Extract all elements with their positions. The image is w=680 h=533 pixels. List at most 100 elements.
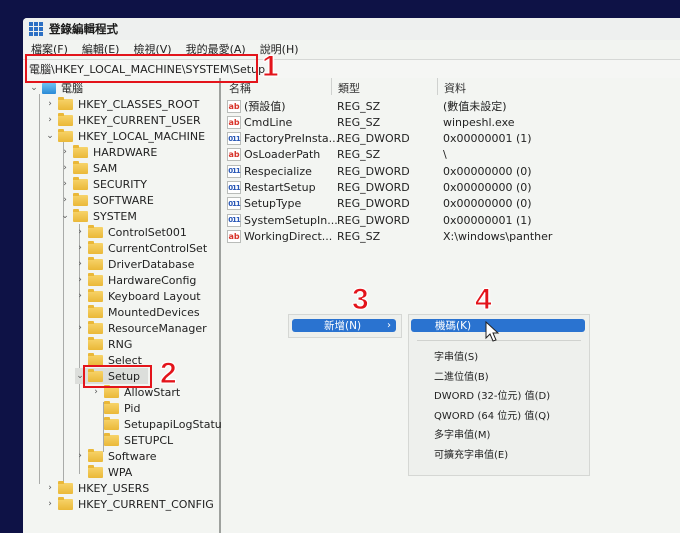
- tree-node-hkcc[interactable]: › HKEY_CURRENT_CONFIG: [45, 496, 214, 512]
- chevron-right-icon[interactable]: ›: [60, 147, 70, 157]
- tree-node-security[interactable]: › SECURITY: [60, 176, 147, 192]
- value-row[interactable]: 011 RestartSetup REG_DWORD 0x00000000 (0): [227, 180, 532, 196]
- value-row[interactable]: 011 SetupType REG_DWORD 0x00000000 (0): [227, 196, 532, 212]
- tree-node-setupapilogstatus[interactable]: SetupapiLogStatus: [91, 416, 228, 432]
- chevron-right-icon[interactable]: ›: [75, 451, 85, 461]
- menu-item-qword-value[interactable]: QWORD (64 位元) 值(Q): [434, 407, 550, 422]
- chevron-right-icon[interactable]: ›: [60, 179, 70, 189]
- tree-node-rng[interactable]: RNG: [75, 336, 132, 352]
- chevron-right-icon[interactable]: ›: [75, 275, 85, 285]
- chevron-down-icon[interactable]: ⌄: [60, 211, 70, 221]
- folder-icon: [104, 400, 119, 414]
- value-name: RestartSetup: [244, 181, 316, 194]
- column-divider[interactable]: [331, 78, 332, 95]
- tree-node-keyboard-layout[interactable]: › Keyboard Layout: [75, 288, 201, 304]
- value-type: REG_SZ: [337, 229, 381, 243]
- tree-label: SetupapiLogStatus: [124, 417, 228, 431]
- tree-node-setupcl[interactable]: SETUPCL: [91, 432, 173, 448]
- annotation-number: 1: [262, 50, 280, 83]
- chevron-right-icon[interactable]: ›: [75, 323, 85, 333]
- tree-node-hklm[interactable]: ⌄ HKEY_LOCAL_MACHINE: [45, 128, 205, 144]
- tree-label: HKEY_LOCAL_MACHINE: [78, 129, 206, 143]
- tree-node-system[interactable]: ⌄ SYSTEM: [60, 208, 137, 224]
- tree-label: HKEY_CURRENT_USER: [78, 113, 201, 127]
- folder-icon: [58, 496, 73, 510]
- value-name: (預設值): [244, 100, 286, 113]
- folder-icon: [88, 448, 103, 462]
- folder-icon: [73, 144, 88, 158]
- chevron-down-icon[interactable]: ⌄: [45, 131, 55, 141]
- tree-node-hku[interactable]: › HKEY_USERS: [45, 480, 149, 496]
- menu-item-binary-value[interactable]: 二進位值(B): [434, 368, 489, 383]
- value-type: REG_SZ: [337, 115, 381, 129]
- key-tree: ⌄ 電腦 › HKEY_CLASSES_ROOT › HKEY_CURRENT_…: [23, 78, 228, 533]
- list-header: 名稱 類型 資料: [221, 78, 680, 95]
- regedit-window: 登錄編輯程式 檔案(F) 編輯(E) 檢視(V) 我的最愛(A) 說明(H) 電…: [23, 18, 680, 533]
- tree-node-hardwareconfig[interactable]: › HardwareConfig: [75, 272, 196, 288]
- menu-item-new[interactable]: 新增(N) ›: [292, 319, 396, 332]
- chevron-right-icon[interactable]: ›: [75, 243, 85, 253]
- folder-icon: [73, 192, 88, 206]
- window-title: 登錄編輯程式: [49, 22, 118, 36]
- chevron-right-icon[interactable]: ›: [45, 483, 55, 493]
- tree-node-hkcr[interactable]: › HKEY_CLASSES_ROOT: [45, 96, 199, 112]
- tree-node-mounteddevices[interactable]: MountedDevices: [75, 304, 200, 320]
- tree-node-hardware[interactable]: › HARDWARE: [60, 144, 157, 160]
- chevron-right-icon[interactable]: ›: [45, 99, 55, 109]
- value-name: CmdLine: [244, 115, 293, 129]
- folder-icon: [88, 240, 103, 254]
- tree-node-driverdatabase[interactable]: › DriverDatabase: [75, 256, 194, 272]
- value-name: Respecialize: [244, 164, 312, 178]
- tree-node-controlset001[interactable]: › ControlSet001: [75, 224, 187, 240]
- menu-item-dword-value[interactable]: DWORD (32-位元) 值(D): [434, 387, 550, 402]
- folder-icon: [58, 96, 73, 110]
- annotation-number: 3: [352, 283, 370, 316]
- tree-node-resourcemanager[interactable]: › ResourceManager: [75, 320, 207, 336]
- chevron-right-icon[interactable]: ›: [91, 387, 101, 397]
- chevron-down-icon[interactable]: ⌄: [29, 83, 39, 93]
- tree-label: SOFTWARE: [93, 193, 154, 207]
- annotation-box-address: [25, 54, 258, 83]
- tree-label: SECURITY: [93, 177, 147, 191]
- tree-node-wpa[interactable]: WPA: [75, 464, 132, 480]
- regedit-app-icon: [29, 22, 43, 36]
- tree-node-pid[interactable]: Pid: [91, 400, 140, 416]
- tree-node-sam[interactable]: › SAM: [60, 160, 117, 176]
- annotation-number: 2: [160, 357, 178, 390]
- folder-icon: [88, 352, 103, 366]
- value-row[interactable]: ab (預設值) REG_SZ (數值未設定): [227, 98, 507, 114]
- chevron-right-icon[interactable]: ›: [75, 259, 85, 269]
- tree-guide-line: [39, 94, 40, 484]
- value-data: 0x00000001 (1): [443, 132, 532, 146]
- value-data: 0x00000000 (0): [443, 164, 532, 178]
- tree-node-software[interactable]: › SOFTWARE: [60, 192, 154, 208]
- menu-item-multi-string-value[interactable]: 多字串值(M): [434, 426, 490, 441]
- tree-node-system-software[interactable]: › Software: [75, 448, 157, 464]
- chevron-right-icon[interactable]: ›: [75, 291, 85, 301]
- menu-item-string-value[interactable]: 字串值(S): [434, 348, 478, 363]
- tree-node-currentcontrolset[interactable]: › CurrentControlSet: [75, 240, 207, 256]
- value-row[interactable]: 011 Respecialize REG_DWORD 0x00000000 (0): [227, 163, 532, 179]
- value-row[interactable]: ab CmdLine REG_SZ winpeshl.exe: [227, 114, 515, 130]
- menu-item-expandable-string-value[interactable]: 可擴充字串值(E): [434, 446, 508, 461]
- value-row[interactable]: 011 FactoryPreInsta... REG_DWORD 0x00000001…: [227, 131, 532, 147]
- chevron-right-icon[interactable]: ›: [60, 195, 70, 205]
- value-type: REG_DWORD: [337, 132, 410, 146]
- chevron-right-icon[interactable]: ›: [60, 163, 70, 173]
- tree-label: Pid: [124, 401, 141, 415]
- dword-value-icon: 011: [227, 213, 241, 227]
- chevron-right-icon[interactable]: ›: [45, 115, 55, 125]
- value-row[interactable]: ab WorkingDirect... REG_SZ X:\windows\panth…: [227, 228, 552, 244]
- column-header-data[interactable]: 資料: [444, 80, 466, 96]
- value-row[interactable]: ab OsLoaderPath REG_SZ \: [227, 147, 447, 163]
- tree-label: RNG: [108, 337, 133, 351]
- column-divider[interactable]: [437, 78, 438, 95]
- tree-label: MountedDevices: [108, 305, 200, 319]
- column-header-type[interactable]: 類型: [338, 80, 360, 96]
- chevron-right-icon[interactable]: ›: [45, 499, 55, 509]
- menu-item-label: 機碼(K): [435, 320, 472, 332]
- value-name: SystemSetupIn...: [244, 213, 338, 227]
- tree-node-hkcu[interactable]: › HKEY_CURRENT_USER: [45, 112, 201, 128]
- value-row[interactable]: 011 SystemSetupIn... REG_DWORD 0x00000001 (…: [227, 212, 532, 228]
- chevron-right-icon[interactable]: ›: [75, 227, 85, 237]
